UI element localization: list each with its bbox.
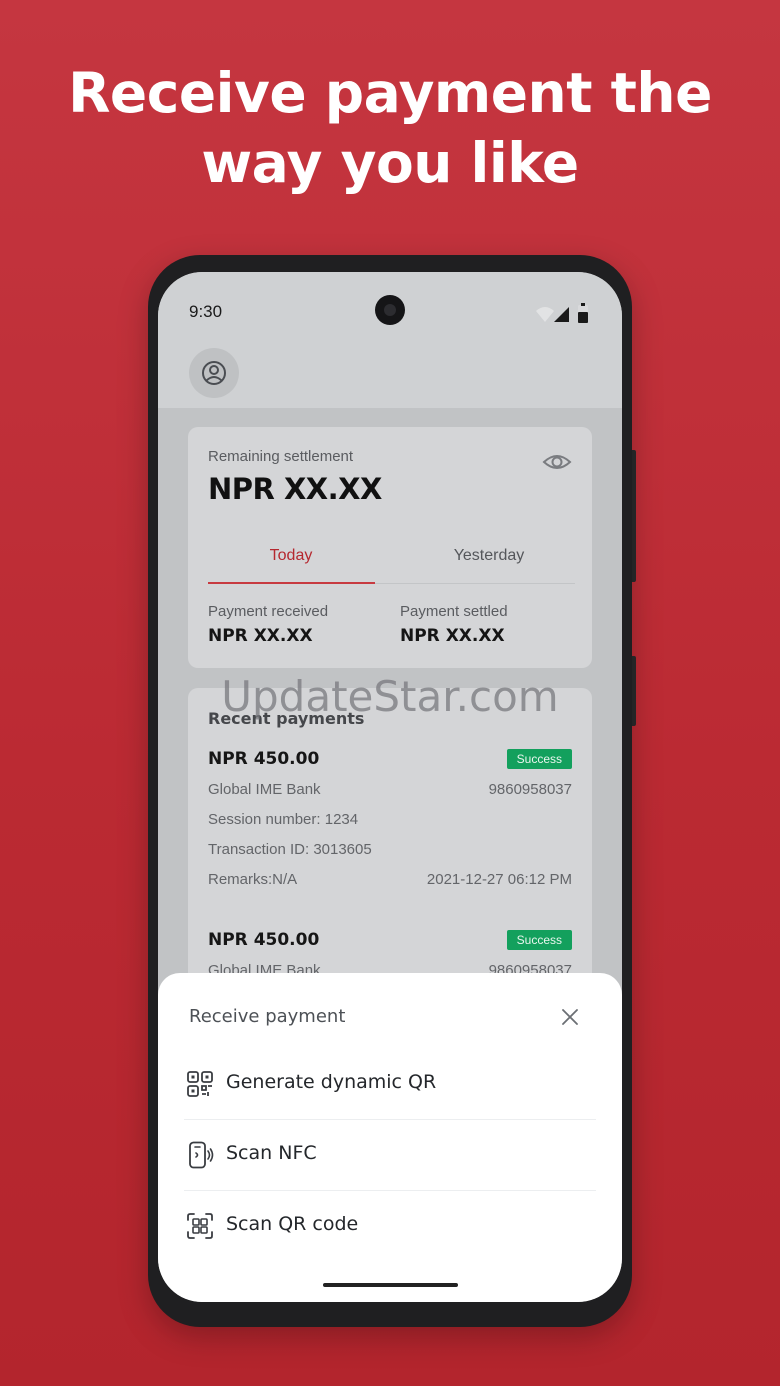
headline-line-1: Receive payment the xyxy=(68,61,712,125)
nfc-phone-icon xyxy=(189,1141,214,1169)
sheet-title: Receive payment xyxy=(189,1006,346,1027)
headline-line-2: way you like xyxy=(201,131,579,195)
option-label: Scan NFC xyxy=(226,1142,317,1164)
payment-received-value: NPR XX.XX xyxy=(208,626,313,646)
settlement-label: Remaining settlement xyxy=(208,448,354,465)
payment-amount: NPR 450.00 xyxy=(208,930,320,950)
option-generate-dynamic-qr[interactable]: Generate dynamic QR xyxy=(184,1049,596,1119)
watermark: UpdateStar.com xyxy=(221,672,559,721)
payment-received-label: Payment received xyxy=(208,603,329,620)
app-header: 9:30 xyxy=(158,272,622,408)
payment-session: Session number: 1234 xyxy=(208,811,359,828)
option-scan-qr-code[interactable]: Scan QR code xyxy=(184,1191,596,1261)
tab-divider xyxy=(375,583,575,584)
toggle-visibility-button[interactable] xyxy=(542,449,572,475)
phone-screen: 9:30 Remaining settlement NPR XX.XX Toda… xyxy=(158,272,622,1302)
profile-avatar-button[interactable] xyxy=(189,348,239,398)
payment-remarks: Remarks:N/A xyxy=(208,871,298,888)
option-label: Scan QR code xyxy=(226,1213,359,1235)
active-tab-indicator xyxy=(208,582,375,584)
recent-payments-card: Recent payments NPR 450.00 Success Globa… xyxy=(188,688,592,1008)
phone-frame: 9:30 Remaining settlement NPR XX.XX Toda… xyxy=(148,255,632,1327)
receive-payment-sheet: Receive payment Generate dynamic QR Scan… xyxy=(158,973,622,1302)
payment-settled-label: Payment settled xyxy=(400,603,508,620)
payment-transaction-id: Transaction ID: 3013605 xyxy=(208,841,372,858)
qr-code-icon xyxy=(187,1071,213,1097)
status-badge: Success xyxy=(506,749,572,769)
home-indicator[interactable] xyxy=(323,1283,458,1287)
tab-yesterday[interactable]: Yesterday xyxy=(406,547,572,565)
option-label: Generate dynamic QR xyxy=(226,1071,437,1093)
payment-datetime: 2021-12-27 06:12 PM xyxy=(426,871,572,888)
wifi-icon xyxy=(536,307,554,322)
user-circle-icon xyxy=(202,361,226,385)
payment-bank: Global IME Bank xyxy=(208,781,321,798)
status-badge: Success xyxy=(506,930,572,950)
headline: Receive payment the way you like xyxy=(0,58,780,198)
tab-today[interactable]: Today xyxy=(208,547,374,565)
payment-phone: 9860958037 xyxy=(488,781,572,798)
front-camera xyxy=(375,295,405,325)
settlement-amount: NPR XX.XX xyxy=(208,472,382,506)
status-icons xyxy=(534,303,594,325)
status-time: 9:30 xyxy=(189,302,223,321)
close-button[interactable] xyxy=(556,1003,584,1031)
close-icon xyxy=(562,1009,578,1025)
battery-icon xyxy=(578,303,588,323)
signal-icon xyxy=(554,307,569,322)
payment-amount: NPR 450.00 xyxy=(208,749,320,769)
scan-qr-icon xyxy=(187,1213,213,1239)
option-scan-nfc[interactable]: Scan NFC xyxy=(184,1120,596,1190)
payment-settled-value: NPR XX.XX xyxy=(400,626,505,646)
settlement-card: Remaining settlement NPR XX.XX Today Yes… xyxy=(188,427,592,668)
eye-icon xyxy=(542,455,572,469)
